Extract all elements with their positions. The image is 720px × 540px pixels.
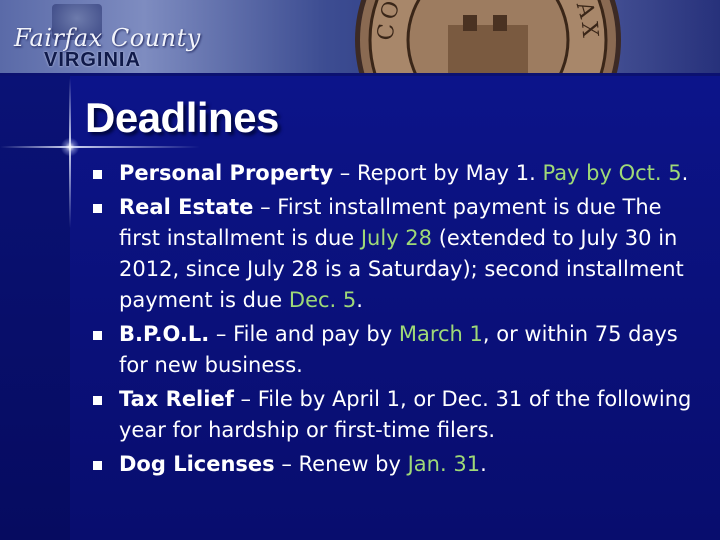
deadline-item: B.P.O.L. – File and pay by March 1, or w… bbox=[93, 319, 703, 381]
deadline-list: Personal Property – Report by May 1. Pay… bbox=[93, 158, 703, 483]
deadline-item: Tax Relief – File by April 1, or Dec. 31… bbox=[93, 384, 703, 446]
deadline-text: . bbox=[356, 288, 363, 312]
deadline-date: Jan. 31 bbox=[407, 452, 481, 476]
deadline-date: Dec. 5 bbox=[288, 288, 357, 312]
deadline-text: – Renew by bbox=[274, 452, 408, 476]
deadline-term: Dog Licenses bbox=[119, 452, 275, 476]
deadline-item: Personal Property – Report by May 1. Pay… bbox=[93, 158, 703, 189]
slide-title: Deadlines bbox=[85, 94, 279, 141]
header-divider bbox=[0, 73, 720, 76]
deadline-term: Tax Relief bbox=[119, 387, 234, 411]
logo-county-name: Fairfax County bbox=[14, 24, 201, 52]
deadline-term: B.P.O.L. bbox=[119, 322, 210, 346]
deadline-item: Dog Licenses – Renew by Jan. 31. bbox=[93, 449, 703, 480]
deadline-text: . bbox=[681, 161, 689, 185]
bullet-square-icon bbox=[93, 170, 102, 179]
deadline-text: . bbox=[480, 452, 487, 476]
bullet-square-icon bbox=[93, 204, 102, 213]
deadline-text: – Report by May 1. bbox=[333, 161, 543, 185]
bullet-square-icon bbox=[93, 396, 102, 405]
deadline-date: July 28 bbox=[360, 226, 433, 250]
county-seal-icon: COUNTY OF FAIRFAX bbox=[355, 0, 621, 75]
light-flare-horizontal bbox=[0, 146, 200, 148]
logo-state-name: VIRGINIA bbox=[44, 49, 141, 71]
bullet-square-icon bbox=[93, 331, 102, 340]
bullet-square-icon bbox=[93, 461, 102, 470]
deadline-item: Real Estate – First installment payment … bbox=[93, 192, 703, 316]
deadline-date: Pay by Oct. 5 bbox=[542, 161, 682, 185]
deadline-term: Real Estate bbox=[119, 195, 254, 219]
header-banner: Fairfax County VIRGINIA COUNTY OF FAIRFA… bbox=[0, 0, 720, 75]
deadline-text: – File and pay by bbox=[209, 322, 399, 346]
light-flare-center bbox=[60, 138, 80, 156]
deadline-date: March 1 bbox=[398, 322, 483, 346]
slide: Fairfax County VIRGINIA COUNTY OF FAIRFA… bbox=[0, 0, 720, 540]
deadline-term: Personal Property bbox=[119, 161, 334, 185]
